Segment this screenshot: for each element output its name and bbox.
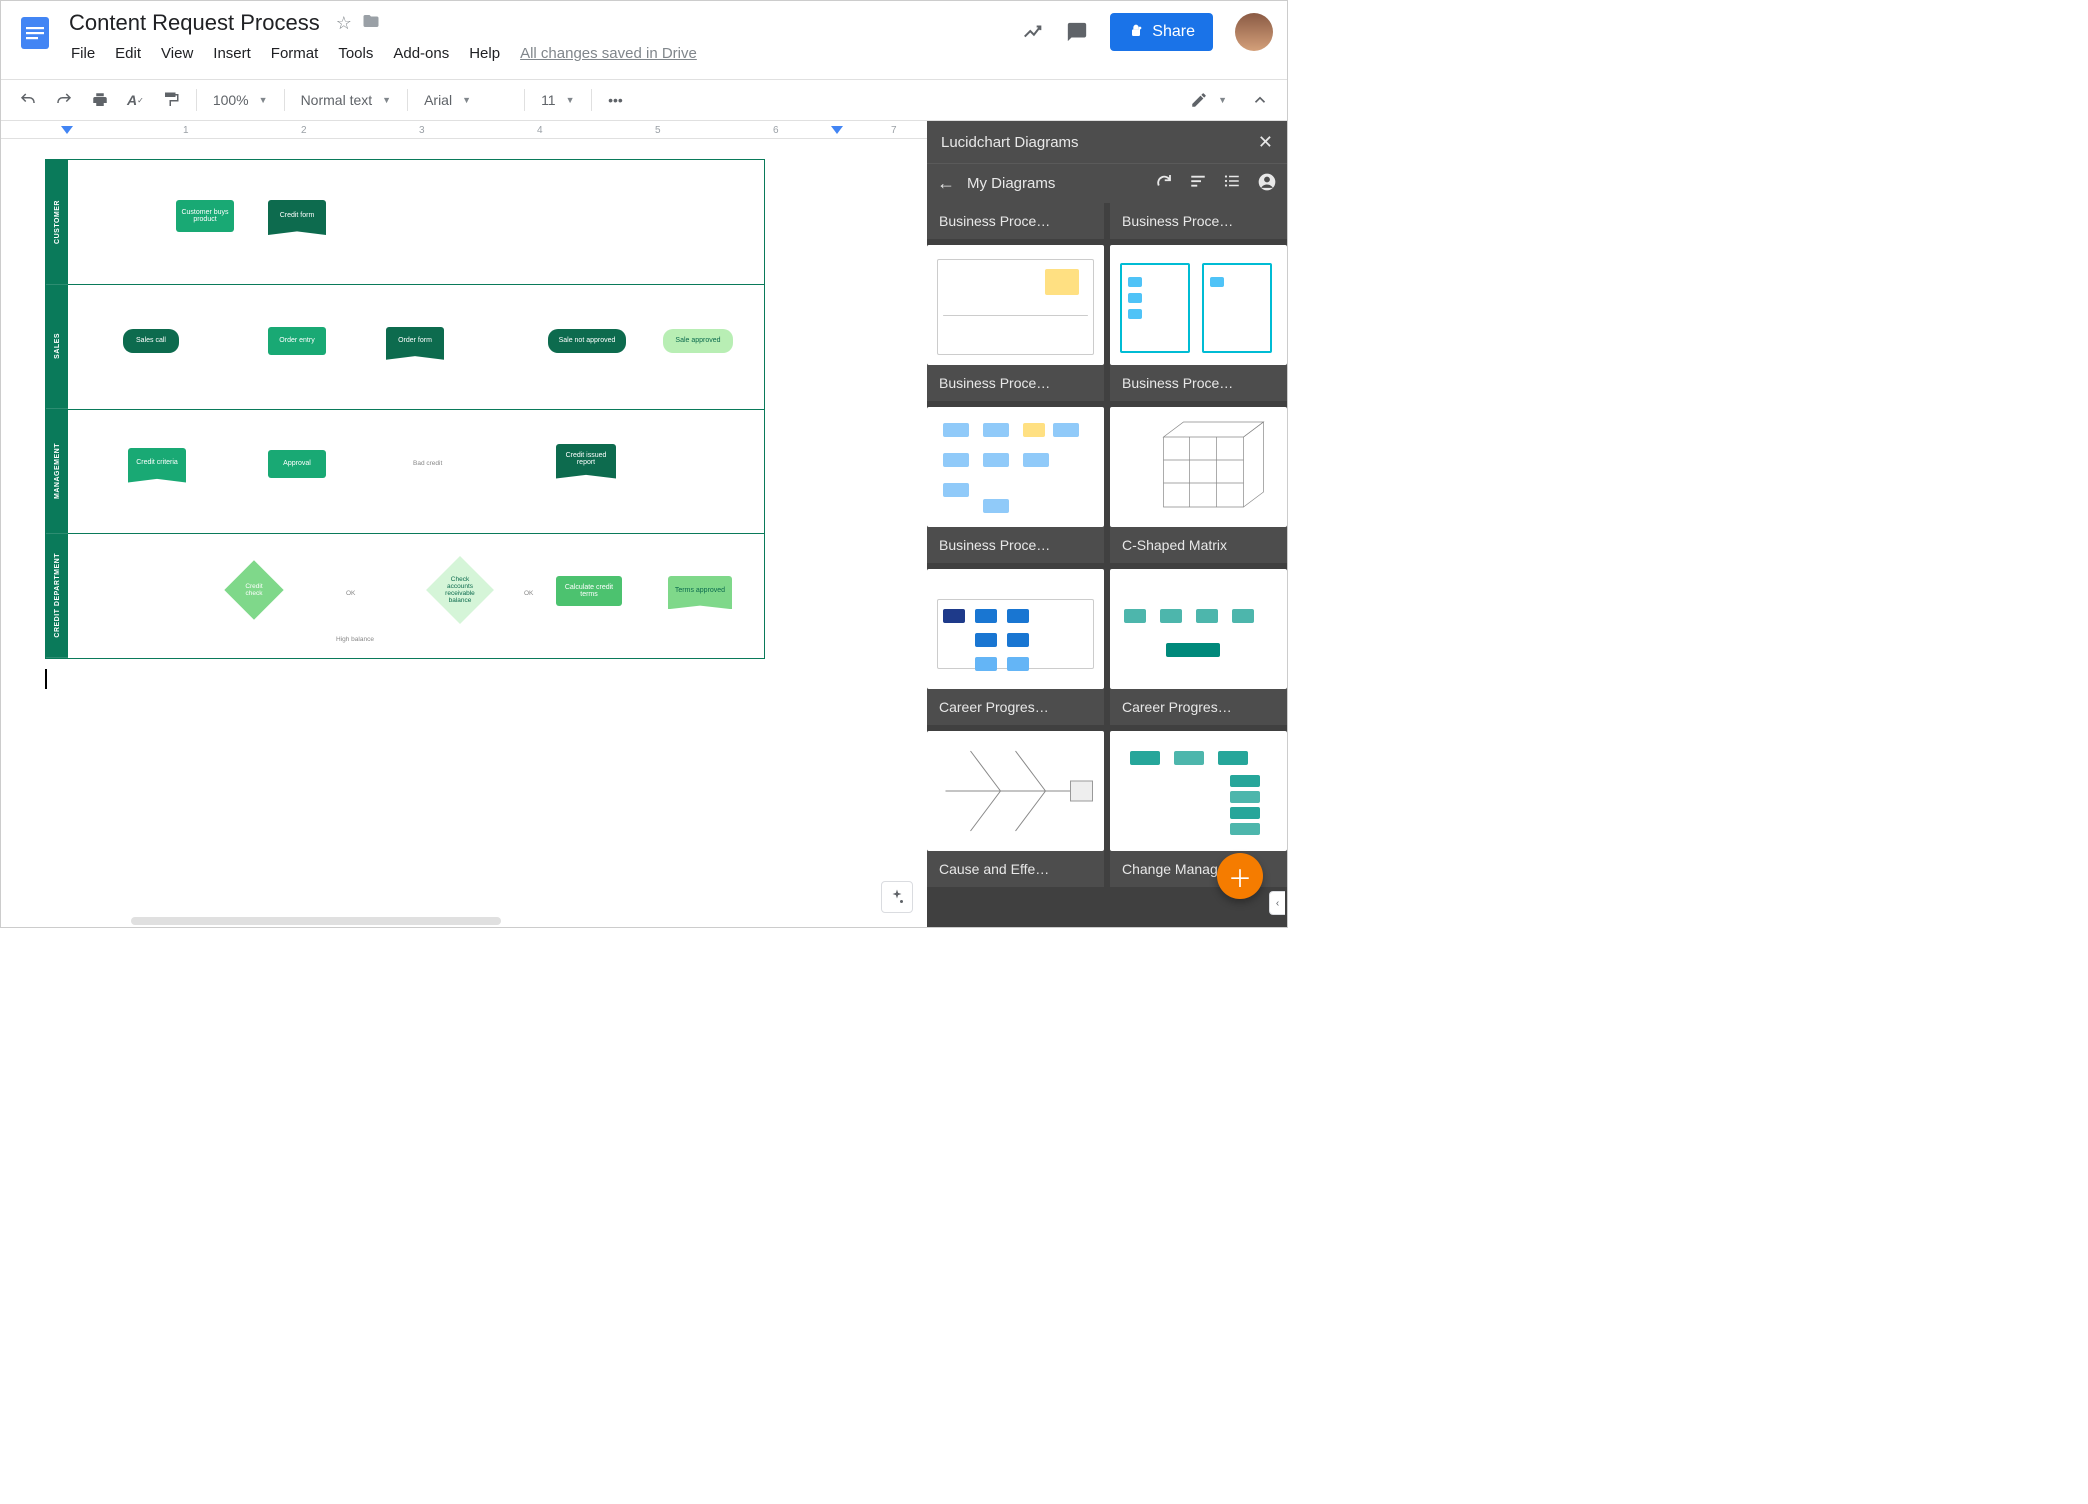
swimlane-label-column: CUSTOMER SALES MANAGEMENT CREDIT DEPARTM… [46,160,68,658]
swimlane-diagram[interactable]: CUSTOMER SALES MANAGEMENT CREDIT DEPARTM… [45,159,765,659]
diagram-tile[interactable]: Business Proce… [927,203,1104,239]
menu-help[interactable]: Help [461,41,508,66]
undo-button[interactable] [11,85,45,115]
diagram-tile[interactable]: Cause and Effe… [927,731,1104,887]
redo-button[interactable] [47,85,81,115]
node-calc-terms[interactable]: Calculate credit terms [556,576,622,606]
lane-label-customer: CUSTOMER [54,200,61,244]
document-title[interactable]: Content Request Process [63,8,326,38]
diagram-thumbnail [1110,731,1287,851]
diagram-thumbnail [927,407,1104,527]
side-panel-nav: ← My Diagrams [927,163,1287,203]
share-button-label: Share [1152,23,1195,41]
node-sale-not-approved[interactable]: Sale not approved [548,329,626,353]
explore-button[interactable] [881,881,913,913]
side-panel-header: Lucidchart Diagrams ✕ [927,121,1287,163]
activity-icon[interactable] [1022,21,1044,43]
zoom-dropdown[interactable]: 100%▼ [205,86,276,114]
diagram-thumbnail [927,245,1104,365]
print-button[interactable] [83,85,117,115]
diagram-tile[interactable]: Career Progres… [1110,569,1287,725]
new-diagram-fab[interactable]: ＋ [1217,853,1263,899]
node-sale-approved[interactable]: Sale approved [663,329,733,353]
menu-insert[interactable]: Insert [205,41,259,66]
side-panel-title: Lucidchart Diagrams [941,134,1079,151]
lane-label-sales: SALES [54,333,61,359]
list-view-icon[interactable] [1223,172,1241,195]
lane-customer: Customer buys product Credit form [68,160,764,285]
user-avatar[interactable] [1235,13,1273,51]
lucidchart-side-panel: Lucidchart Diagrams ✕ ← My Diagrams Busi… [927,121,1287,927]
spellcheck-button[interactable]: A✓ [119,86,152,114]
close-icon[interactable]: ✕ [1258,132,1273,153]
lane-management: Credit criteria Approval Bad credit Cred… [68,410,764,535]
font-size-dropdown[interactable]: 11▼ [533,86,583,114]
node-credit-form[interactable]: Credit form [268,200,326,230]
font-dropdown[interactable]: Arial▼ [416,86,516,114]
star-icon[interactable]: ☆ [336,13,352,34]
diagram-tile[interactable]: Business Proce… [1110,203,1287,239]
diagram-tile[interactable]: C-Shaped Matrix [1110,407,1287,563]
diagrams-grid[interactable]: Business Proce… Business Proce… Business… [927,203,1287,927]
toolbar: A✓ 100%▼ Normal text▼ Arial▼ 11▼ ••• ▼ [1,79,1287,121]
horizontal-scrollbar[interactable] [131,917,501,925]
lane-credit-dept: Credit check OK Check accounts receivabl… [68,534,764,658]
menu-addons[interactable]: Add-ons [385,41,457,66]
node-order-entry[interactable]: Order entry [268,327,326,355]
lane-sales: Sales call Order entry Order form Sale n… [68,285,764,410]
diagram-tile[interactable]: Business Proce… [1110,245,1287,401]
paragraph-style-dropdown[interactable]: Normal text▼ [293,86,400,114]
collapse-toolbar-button[interactable] [1243,85,1277,115]
breadcrumb[interactable]: My Diagrams [967,175,1055,192]
diagram-tile[interactable]: Business Proce… [927,407,1104,563]
node-check-ar[interactable]: Check accounts receivable balance [426,556,494,624]
lane-label-credit-dept: CREDIT DEPARTMENT [54,553,61,638]
diagram-thumbnail [1110,407,1287,527]
horizontal-ruler[interactable]: 1 2 3 4 5 6 7 [1,121,927,139]
node-credit-check[interactable]: Credit check [224,561,283,620]
menu-tools[interactable]: Tools [330,41,381,66]
share-button[interactable]: Share [1110,13,1213,51]
more-tools-button[interactable]: ••• [600,86,631,114]
edge-label-bad-credit: Bad credit [413,460,442,467]
node-credit-issued[interactable]: Credit issued report [556,444,616,474]
menu-file[interactable]: File [63,41,103,66]
menu-bar: File Edit View Insert Format Tools Add-o… [63,41,705,66]
paint-format-button[interactable] [154,85,188,115]
diagram-thumbnail [1110,569,1287,689]
edge-label-ok1: OK [346,590,355,597]
lane-label-management: MANAGEMENT [54,443,61,499]
menu-edit[interactable]: Edit [107,41,149,66]
back-icon[interactable]: ← [937,173,955,194]
node-terms-approved[interactable]: Terms approved [668,576,732,604]
refresh-icon[interactable] [1155,172,1173,195]
title-bar: Content Request Process ☆ File Edit View… [1,1,1287,79]
edge-label-high-balance: High balance [336,636,374,643]
save-status[interactable]: All changes saved in Drive [512,41,705,66]
edge-label-ok2: OK [524,590,533,597]
diagram-tile[interactable]: Business Proce… [927,245,1104,401]
node-sales-call[interactable]: Sales call [123,329,179,353]
text-cursor [45,669,47,689]
docs-icon[interactable] [15,7,55,59]
diagram-thumbnail [927,569,1104,689]
account-icon[interactable] [1257,172,1277,195]
sort-icon[interactable] [1189,172,1207,195]
node-customer-buys[interactable]: Customer buys product [176,200,234,232]
diagram-thumbnail [1110,245,1287,365]
node-credit-criteria[interactable]: Credit criteria [128,448,186,478]
comments-icon[interactable] [1066,21,1088,43]
collapse-panel-tab[interactable]: ‹ [1269,891,1285,915]
diagram-thumbnail [927,731,1104,851]
node-approval[interactable]: Approval [268,450,326,478]
diagram-tile[interactable]: Change Manag… [1110,731,1287,887]
menu-format[interactable]: Format [263,41,327,66]
node-order-form[interactable]: Order form [386,327,444,355]
move-folder-icon[interactable] [362,12,380,35]
editing-mode-button[interactable]: ▼ [1182,85,1235,115]
diagram-tile[interactable]: Career Progres… [927,569,1104,725]
document-area[interactable]: 1 2 3 4 5 6 7 CUSTOMER SALES MANAGEMENT … [1,121,927,927]
menu-view[interactable]: View [153,41,201,66]
